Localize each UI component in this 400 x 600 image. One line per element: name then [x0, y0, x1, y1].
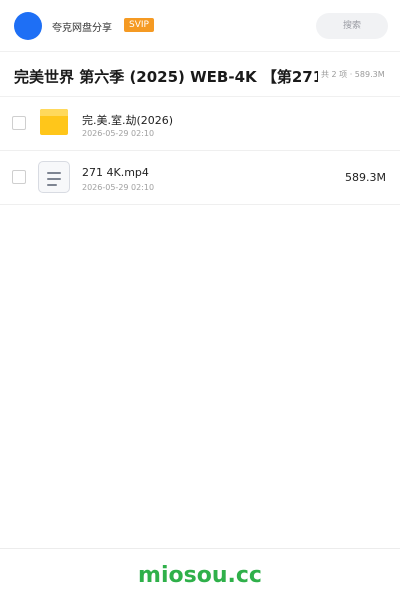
- avatar[interactable]: [14, 12, 42, 40]
- file-size: 589.3M: [345, 171, 386, 184]
- folder-icon: [38, 107, 70, 139]
- row-checkbox[interactable]: [12, 170, 26, 184]
- file-row[interactable]: 完.美.室.劫(2026) 2026-05-29 02:10: [0, 97, 400, 151]
- site-brand[interactable]: miosou.cc: [0, 563, 400, 588]
- file-row[interactable]: 271 4K.mp4 2026-05-29 02:10 589.3M: [0, 151, 400, 205]
- file-name[interactable]: 271 4K.mp4: [82, 166, 149, 179]
- file-name[interactable]: 完.美.室.劫(2026): [82, 112, 173, 128]
- footer-bar: miosou.cc: [0, 548, 400, 600]
- svip-badge: SVIP: [124, 18, 154, 32]
- file-date: 2026-05-29 02:10: [82, 183, 155, 192]
- app-name: 夸克网盘分享: [52, 23, 112, 34]
- share-summary: 共 2 项 · 589.3M: [321, 70, 385, 79]
- document-icon: [38, 161, 70, 193]
- page-title: 完美世界 第六季 (2025) WEB-4K 【第271集】: [14, 68, 318, 86]
- search-input[interactable]: 搜索: [316, 13, 388, 39]
- header-bar: 夸克网盘分享 SVIP 搜索: [0, 0, 400, 52]
- file-date: 2026-05-29 02:10: [82, 129, 155, 138]
- share-title-bar: 完美世界 第六季 (2025) WEB-4K 【第271集】 共 2 项 · 5…: [0, 52, 400, 97]
- row-checkbox[interactable]: [12, 116, 26, 130]
